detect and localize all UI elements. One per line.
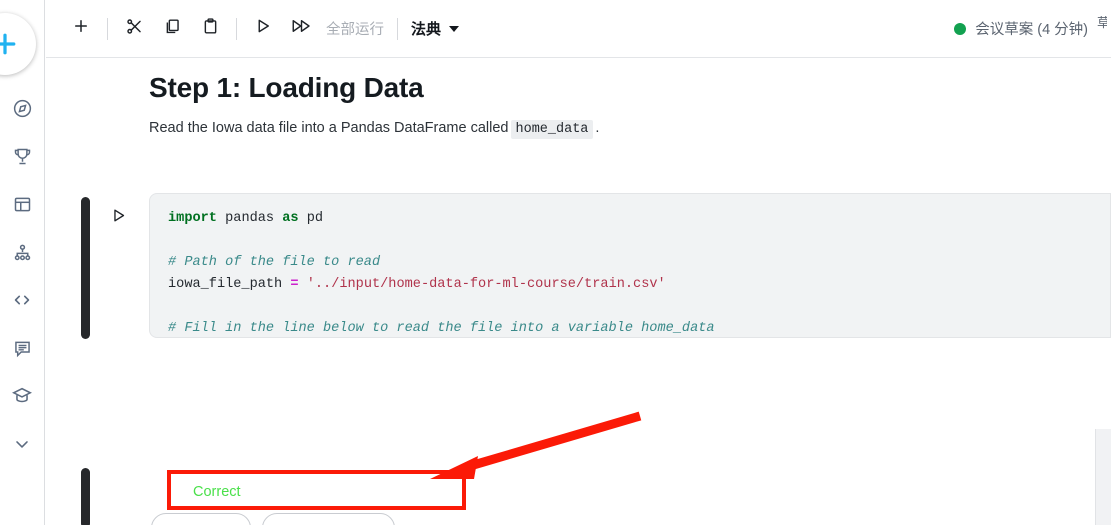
table-icon xyxy=(12,194,33,215)
paragraph-text-before: Read the Iowa data file into a Pandas Da… xyxy=(149,120,509,136)
status-dot xyxy=(954,22,967,35)
sidebar-item-models[interactable] xyxy=(0,228,45,276)
notebook-toolbar: 全部运行 法典 会议草案 (4 分钟) 草案 xyxy=(46,0,1111,58)
sidebar-item-competitions[interactable] xyxy=(0,132,45,180)
markdown-paragraph: Read the Iowa data file into a Pandas Da… xyxy=(149,120,600,139)
code-editor-cell[interactable]: import pandas as pd # Path of the file t… xyxy=(149,193,1111,338)
cut-button[interactable] xyxy=(115,10,153,48)
trophy-icon xyxy=(12,146,33,167)
status-label: 会议草案 (4 分钟) xyxy=(975,22,1088,38)
sidebar-item-datasets[interactable] xyxy=(0,180,45,228)
model-icon xyxy=(12,242,33,263)
compass-icon xyxy=(12,98,33,119)
app-window: 全部运行 法典 会议草案 (4 分钟) 草案 Step 1: Loading D… xyxy=(0,0,1111,525)
discussion-icon xyxy=(12,338,33,359)
session-status: 会议草案 (4 分钟) 草案 xyxy=(954,16,1111,42)
caret-down-icon xyxy=(449,25,460,32)
language-dropdown-label: 法典 xyxy=(411,21,442,38)
code-icon xyxy=(11,289,33,311)
sidebar-item-more[interactable] xyxy=(0,420,45,468)
play-triangle-icon xyxy=(110,209,127,228)
plus-icon xyxy=(72,17,90,40)
clipped-right-label[interactable]: 草案 xyxy=(1097,16,1107,42)
run-cell-button[interactable] xyxy=(244,10,282,48)
fast-forward-icon xyxy=(291,17,312,40)
paste-button[interactable] xyxy=(191,10,229,48)
vertical-scrollbar[interactable] xyxy=(1095,429,1111,525)
play-icon xyxy=(254,17,272,40)
code-cell-run-button[interactable] xyxy=(110,207,127,229)
sidebar-item-code[interactable] xyxy=(0,276,45,324)
code-content[interactable]: import pandas as pd # Path of the file t… xyxy=(168,208,1110,337)
inline-code-home-data: home_data xyxy=(510,120,594,139)
output-cell-selection-bar xyxy=(81,468,90,525)
notebook-body: Step 1: Loading Data Read the Iowa data … xyxy=(46,59,1111,525)
page-title: Step 1: Loading Data xyxy=(149,72,424,103)
chevron-down-icon xyxy=(12,434,32,454)
language-dropdown[interactable]: 法典 xyxy=(405,18,465,39)
code-cell-selection-bar xyxy=(81,197,90,339)
paragraph-text-after: . xyxy=(595,120,600,136)
clipboard-icon xyxy=(201,17,220,41)
solution-button[interactable] xyxy=(262,513,395,525)
learn-icon xyxy=(11,385,33,407)
sidebar-item-discussions[interactable] xyxy=(0,324,45,372)
scissors-icon xyxy=(125,17,144,41)
plus-icon xyxy=(0,29,20,59)
cell-output-highlight: Correct xyxy=(167,470,466,510)
left-sidebar xyxy=(0,0,45,525)
hint-button[interactable] xyxy=(151,513,251,525)
sidebar-item-explore[interactable] xyxy=(0,84,45,132)
toolbar-divider-2 xyxy=(236,17,237,40)
copy-button[interactable] xyxy=(153,10,191,48)
toolbar-divider-3 xyxy=(397,17,398,40)
output-status-text: Correct xyxy=(193,484,241,500)
run-all-button[interactable] xyxy=(282,10,320,48)
add-cell-button[interactable] xyxy=(62,10,100,48)
sidebar-item-learn[interactable] xyxy=(0,372,45,420)
toolbar-divider-1 xyxy=(107,17,108,40)
copy-icon xyxy=(163,17,182,41)
run-all-label[interactable]: 全部运行 xyxy=(320,18,390,39)
